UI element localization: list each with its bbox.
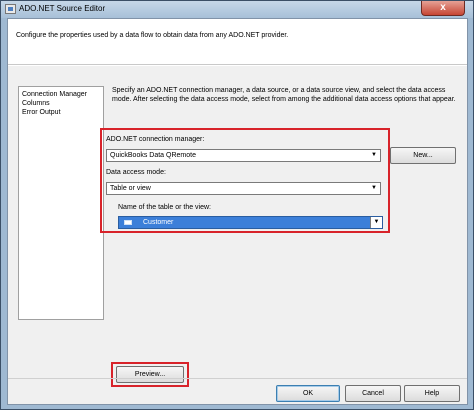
help-button[interactable]: Help	[404, 385, 460, 402]
body-area: Connection Manager Columns Error Output …	[8, 66, 467, 404]
header-band: Configure the properties used by a data …	[8, 19, 467, 65]
window-title: ADO.NET Source Editor	[19, 4, 106, 13]
footer-separator	[8, 378, 467, 379]
new-connection-button[interactable]: New...	[390, 147, 456, 164]
nav-item-columns[interactable]: Columns	[22, 100, 50, 107]
nav-item-error-output[interactable]: Error Output	[22, 109, 61, 116]
app-icon	[5, 4, 16, 14]
title-bar[interactable]: ADO.NET Source Editor x	[1, 1, 473, 18]
annotation-highlight-preview	[111, 362, 189, 387]
close-button[interactable]: x	[421, 1, 465, 16]
nav-item-connection-manager[interactable]: Connection Manager	[22, 91, 87, 98]
dialog-window: ADO.NET Source Editor x Configure the pr…	[0, 0, 474, 410]
cancel-button[interactable]: Cancel	[345, 385, 401, 402]
nav-panel: Connection Manager Columns Error Output	[18, 86, 104, 320]
dialog-client: Configure the properties used by a data …	[7, 18, 468, 405]
annotation-highlight-connection	[100, 128, 390, 233]
intro-text: Specify an ADO.NET connection manager, a…	[112, 87, 456, 103]
header-description: Configure the properties used by a data …	[16, 32, 289, 39]
ok-button[interactable]: OK	[276, 385, 340, 402]
